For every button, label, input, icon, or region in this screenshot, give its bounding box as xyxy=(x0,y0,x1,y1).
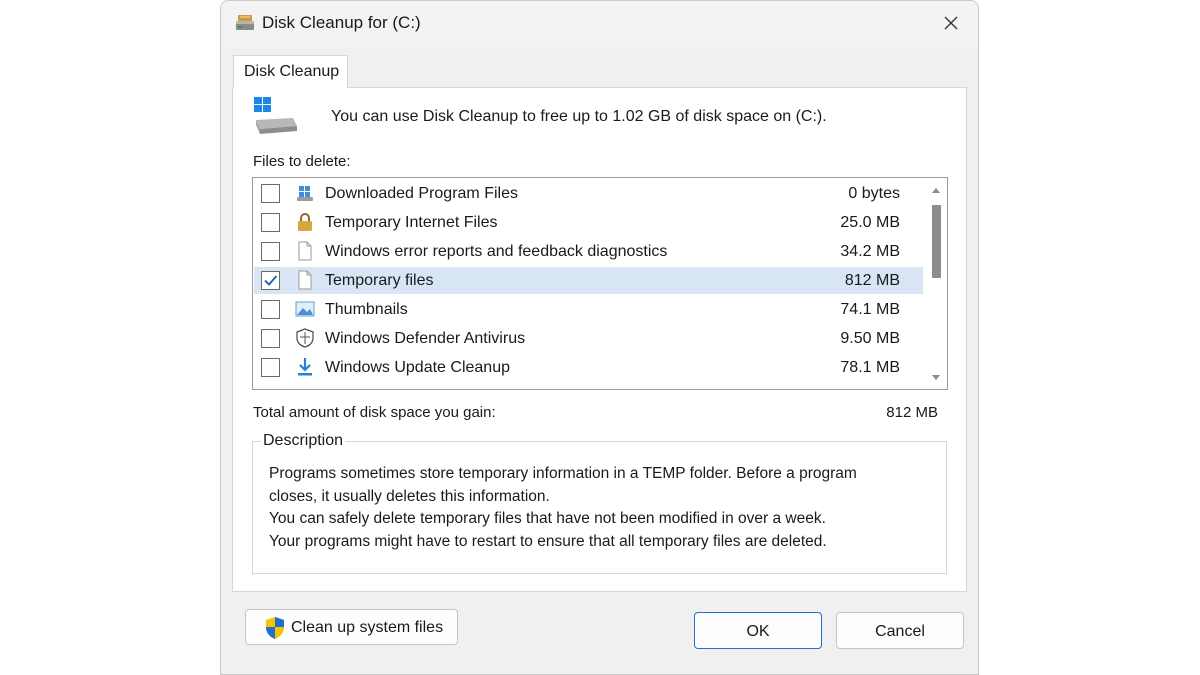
item-name: Temporary Internet Files xyxy=(325,214,498,231)
title-bar: Disk Cleanup for (C:) xyxy=(221,1,978,47)
download-arrow-icon xyxy=(295,357,315,377)
uac-shield-icon xyxy=(264,616,286,645)
total-label: Total amount of disk space you gain: xyxy=(253,404,496,421)
checkbox[interactable] xyxy=(261,300,280,319)
item-size: 78.1 MB xyxy=(840,359,900,376)
item-name: Windows Update Cleanup xyxy=(325,359,510,376)
list-item[interactable]: Windows error reports and feedback diagn… xyxy=(254,238,923,265)
scroll-down-arrow-icon[interactable] xyxy=(930,370,942,382)
checkbox[interactable] xyxy=(261,242,280,261)
description-legend: Description xyxy=(261,432,346,450)
list-item[interactable]: Temporary Internet Files 25.0 MB xyxy=(254,209,923,236)
files-to-delete-list[interactable]: Downloaded Program Files 0 bytes Tempora… xyxy=(252,177,948,390)
item-name: Downloaded Program Files xyxy=(325,185,518,202)
disk-cleanup-window: Disk Cleanup for (C:) Disk Cleanup You c… xyxy=(220,0,979,675)
item-name: Windows error reports and feedback diagn… xyxy=(325,243,668,260)
lock-icon xyxy=(295,212,315,232)
checkbox[interactable] xyxy=(261,271,280,290)
description-line: Your programs might have to restart to e… xyxy=(269,532,827,550)
file-icon xyxy=(295,241,315,261)
drive-icon xyxy=(253,96,299,134)
list-item[interactable]: Downloaded Program Files 0 bytes xyxy=(254,180,923,207)
description-text: Programs sometimes store temporary infor… xyxy=(269,463,857,553)
window-title: Disk Cleanup for (C:) xyxy=(262,13,421,32)
item-name: Thumbnails xyxy=(325,301,408,318)
list-item[interactable]: Thumbnails 74.1 MB xyxy=(254,296,923,323)
item-size: 0 bytes xyxy=(848,185,900,202)
close-icon xyxy=(944,16,958,30)
description-group: Programs sometimes store temporary infor… xyxy=(252,441,947,574)
item-size: 812 MB xyxy=(844,272,900,289)
description-line: You can safely delete temporary files th… xyxy=(269,510,826,527)
scroll-up-arrow-icon[interactable] xyxy=(930,184,942,196)
item-name: Windows Defender Antivirus xyxy=(325,330,526,347)
checkbox[interactable] xyxy=(261,329,280,348)
item-size: 34.2 MB xyxy=(840,243,900,260)
downloaded-programs-icon xyxy=(295,183,315,203)
file-icon xyxy=(295,270,315,290)
checkmark-icon xyxy=(264,275,278,286)
description-line: Programs sometimes store temporary infor… xyxy=(269,465,857,482)
checkbox[interactable] xyxy=(261,213,280,232)
list-item[interactable]: Temporary files 812 MB xyxy=(254,267,923,294)
tab-disk-cleanup[interactable]: Disk Cleanup xyxy=(233,55,348,88)
ok-label: OK xyxy=(746,623,770,640)
item-size: 9.50 MB xyxy=(840,330,900,347)
disk-cleanup-app-icon xyxy=(234,13,256,33)
clean-up-system-files-button[interactable]: Clean up system files xyxy=(245,609,458,645)
checkbox[interactable] xyxy=(261,184,280,203)
files-to-delete-label: Files to delete: xyxy=(253,153,351,170)
clean-up-system-files-label: Clean up system files xyxy=(291,619,444,636)
item-size: 25.0 MB xyxy=(840,214,900,231)
description-line: closes, it usually deletes this informat… xyxy=(269,487,550,505)
item-size: 74.1 MB xyxy=(840,301,900,318)
cancel-button[interactable]: Cancel xyxy=(836,612,964,649)
tab-panel: You can use Disk Cleanup to free up to 1… xyxy=(232,87,967,592)
list-item[interactable]: Windows Defender Antivirus 9.50 MB xyxy=(254,325,923,352)
shield-icon xyxy=(295,328,315,348)
list-item[interactable]: Windows Update Cleanup 78.1 MB xyxy=(254,354,923,381)
image-icon xyxy=(295,299,315,319)
scrollbar-thumb[interactable] xyxy=(932,205,941,278)
total-value: 812 MB xyxy=(886,404,938,421)
item-name: Temporary files xyxy=(325,272,434,289)
intro-text: You can use Disk Cleanup to free up to 1… xyxy=(331,108,827,125)
checkbox[interactable] xyxy=(261,358,280,377)
list-scrollbar[interactable] xyxy=(925,178,947,389)
ok-button[interactable]: OK xyxy=(694,612,822,649)
cancel-label: Cancel xyxy=(875,623,925,640)
close-button[interactable] xyxy=(934,7,968,39)
